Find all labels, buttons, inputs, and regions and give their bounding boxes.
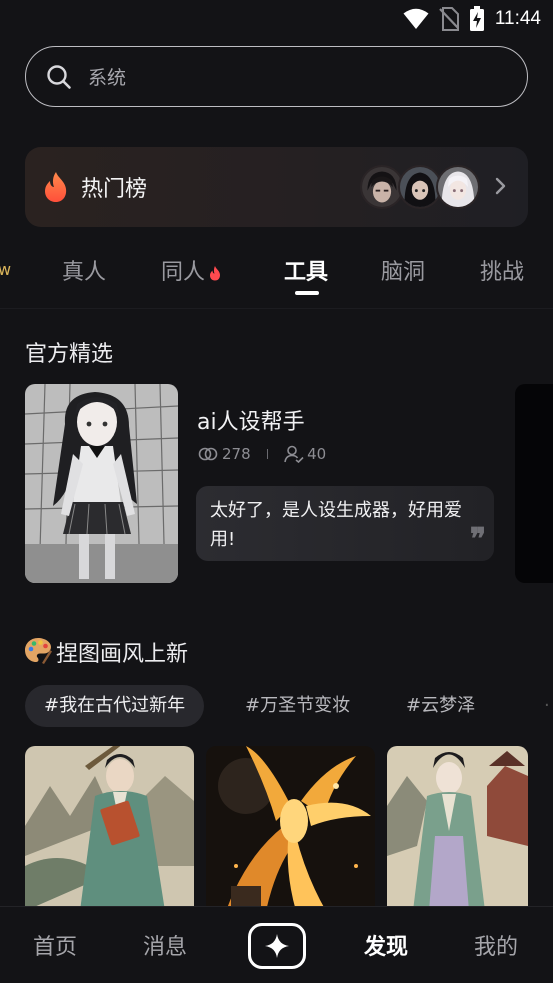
chip-partial[interactable]: · [525,685,553,727]
divider [0,308,553,309]
tab-fan-fiction[interactable]: 同人 [161,254,221,286]
gallery-card-phoenix[interactable] [206,746,375,911]
nav-home[interactable]: 首页 [33,929,77,961]
official-pick-name[interactable]: ai人设帮手 [197,404,305,436]
hot-list-avatars [360,165,480,209]
fire-icon [45,172,67,202]
hot-list-title: 热门榜 [81,177,148,202]
bottom-navigation: 首页 消息 发现 我的 [0,906,553,983]
tab-active-indicator [295,291,319,295]
status-icons: 11:44 [403,6,541,32]
nav-discover[interactable]: 发现 [364,929,408,961]
sparkle-icon [265,934,289,958]
no-sim-icon [439,7,459,31]
official-picks-title: 官方精选 [25,342,114,367]
tab-label: 同人 [161,260,206,285]
quote-text: 太好了，是人设生成器，好用爱用! [210,500,462,550]
palette-icon [25,638,52,664]
chip-halloween[interactable]: #万圣节变妆 [226,685,369,727]
views-icon [198,447,218,461]
tab-partial[interactable]: w [0,260,11,279]
followers-icon [284,445,304,463]
category-tabs: w 真人 同人 工具 脑洞 挑战 [0,248,553,304]
hot-list-banner[interactable]: 热门榜 [25,147,528,227]
official-pick-stats: 278 40 [198,444,326,464]
quote-mark-icon: ❞ [469,522,486,557]
create-button[interactable] [248,923,306,969]
tab-real-person[interactable]: 真人 [62,254,106,286]
chip-ancient-new-year[interactable]: #我在古代过新年 [25,685,205,727]
views-count: 278 [222,445,251,463]
status-time: 11:44 [494,8,541,29]
official-pick-image[interactable] [25,384,178,583]
search-placeholder: 系统 [88,67,127,89]
pinch-style-title: 捏图画风上新 [56,642,189,667]
tab-challenge[interactable]: 挑战 [480,254,524,286]
battery-charging-icon [469,6,484,31]
chip-yunmengze[interactable]: #云梦泽 [387,685,494,727]
style-chips: #我在古代过新年 #万圣节变妆 #云梦泽 · [25,685,553,727]
fire-icon [210,266,221,281]
wifi-icon [403,8,429,29]
avatar [436,165,480,209]
official-pick-quote: 太好了，是人设生成器，好用爱用! ❞ [196,486,494,561]
search-icon [47,64,71,89]
tab-tools[interactable]: 工具 [284,254,328,286]
followers-count: 40 [307,445,327,463]
official-pick-next-card[interactable] [515,384,553,583]
nav-messages[interactable]: 消息 [143,929,187,961]
tab-brain-hole[interactable]: 脑洞 [381,254,425,286]
chevron-right-icon [495,177,506,195]
search-input[interactable]: 系统 [25,46,528,107]
stats-separator [266,449,269,459]
gallery-card-scholar[interactable] [25,746,194,911]
gallery-card-lady[interactable] [387,746,528,911]
nav-profile[interactable]: 我的 [474,929,518,961]
status-bar: 11:44 [0,0,553,38]
